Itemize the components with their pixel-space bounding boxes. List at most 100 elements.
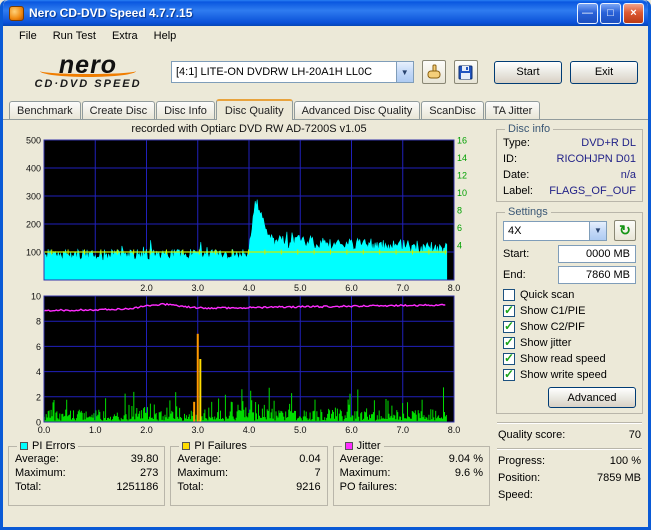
tab-create-disc[interactable]: Create Disc	[82, 101, 155, 119]
checkbox-quick-scan[interactable]: Quick scan	[503, 287, 636, 302]
jitter-legend: Jitter	[342, 440, 384, 452]
svg-text:400: 400	[26, 164, 41, 174]
separator	[497, 422, 642, 423]
pi-errors-swatch	[20, 442, 28, 450]
svg-text:100: 100	[26, 248, 41, 258]
content: recorded with Optiarc DVD RW AD-7200S v1…	[3, 120, 648, 527]
svg-text:16: 16	[457, 137, 467, 146]
stat-row: Total:1251186	[15, 480, 158, 494]
disc-info-row: ID:RICOHJPN D01	[503, 151, 636, 167]
pi-errors-label: PI Errors	[32, 440, 75, 452]
separator	[497, 448, 642, 449]
start-button[interactable]: Start	[494, 61, 562, 84]
stat-value: 7	[315, 466, 321, 480]
info-label: Label:	[503, 183, 533, 199]
svg-text:12: 12	[457, 171, 467, 181]
svg-text:5.0: 5.0	[294, 425, 307, 435]
tab-disc-quality[interactable]: Disc Quality	[216, 99, 293, 120]
advanced-button[interactable]: Advanced	[548, 387, 636, 408]
stat-row: Maximum:273	[15, 466, 158, 480]
checkbox-label: Show jitter	[520, 337, 571, 349]
tab-disc-info[interactable]: Disc Info	[156, 101, 215, 119]
svg-text:14: 14	[457, 153, 467, 163]
jitter-label: Jitter	[357, 440, 381, 452]
svg-text:4: 4	[457, 241, 462, 251]
progress-row: Progress: 100 %	[496, 453, 643, 470]
info-label: Type:	[503, 135, 530, 151]
progress-value: 100 %	[610, 453, 641, 470]
disc-info-row: Label:FLAGS_OF_OUF	[503, 183, 636, 199]
pi-errors-chart: 500400300200100161412108642.03.04.05.06.…	[12, 137, 482, 293]
svg-text:0.0: 0.0	[38, 425, 51, 435]
checkbox-icon	[503, 305, 515, 317]
eject-button[interactable]	[422, 60, 446, 84]
end-label: End:	[503, 269, 526, 281]
stat-label: Average:	[177, 452, 221, 466]
tab-ta-jitter[interactable]: TA Jitter	[485, 101, 541, 119]
pi-failures-legend: PI Failures	[179, 440, 250, 452]
speed-select-value: 4X	[504, 225, 589, 237]
checkbox-icon	[503, 337, 515, 349]
chevron-down-icon[interactable]: ▼	[589, 222, 606, 240]
close-button[interactable]: ×	[623, 3, 644, 24]
svg-text:6: 6	[457, 223, 462, 233]
refresh-button[interactable]: ↻	[614, 220, 636, 241]
chevron-down-icon[interactable]: ▼	[396, 62, 413, 82]
checkbox-label: Show write speed	[520, 369, 607, 381]
pi-failures-label: PI Failures	[194, 440, 247, 452]
end-input[interactable]: 7860 MB	[558, 266, 636, 284]
svg-text:8: 8	[457, 206, 462, 216]
save-button[interactable]	[454, 60, 478, 84]
menu-extra[interactable]: Extra	[104, 28, 146, 44]
quality-score-value: 70	[629, 427, 641, 444]
svg-text:6.0: 6.0	[345, 283, 358, 293]
side-panel: Disc info Type:DVD+R DL ID:RICOHJPN D01 …	[496, 123, 643, 527]
pi-errors-stats: PI Errors Average:39.80 Maximum:273 Tota…	[8, 440, 165, 506]
refresh-icon: ↻	[619, 222, 631, 239]
menu-help[interactable]: Help	[146, 28, 185, 44]
menu-run-test[interactable]: Run Test	[45, 28, 104, 44]
drive-select[interactable]: [4:1] LITE-ON DVDRW LH-20A1H LL0C ▼	[171, 61, 414, 83]
svg-text:10: 10	[31, 293, 41, 302]
checkbox-label: Show C2/PIF	[520, 321, 585, 333]
checkbox-show-c2-pif[interactable]: Show C2/PIF	[503, 319, 636, 334]
chart-panel: recorded with Optiarc DVD RW AD-7200S v1…	[8, 123, 490, 527]
stat-row: Maximum: 7	[177, 466, 320, 480]
svg-text:5.0: 5.0	[294, 283, 307, 293]
advanced-row: Advanced	[503, 387, 636, 408]
info-label: ID:	[503, 151, 517, 167]
speed-select[interactable]: 4X ▼	[503, 221, 607, 241]
pi-errors-legend: PI Errors	[17, 440, 78, 452]
checkbox-show-c1-pie[interactable]: Show C1/PIE	[503, 303, 636, 318]
tab-scandisc[interactable]: ScanDisc	[421, 101, 483, 119]
menu-file[interactable]: File	[11, 28, 45, 44]
checkbox-icon	[503, 369, 515, 381]
maximize-button[interactable]: □	[600, 3, 621, 24]
titlebar[interactable]: Nero CD-DVD Speed 4.7.7.15 — □ ×	[3, 0, 648, 26]
svg-text:8.0: 8.0	[448, 283, 461, 293]
checkbox-show-write-speed[interactable]: Show write speed	[503, 367, 636, 382]
stat-row: Maximum:9.6 %	[340, 466, 483, 480]
svg-text:500: 500	[26, 137, 41, 146]
svg-text:2.0: 2.0	[140, 283, 153, 293]
close-icon: ×	[624, 4, 643, 23]
minimize-button[interactable]: —	[577, 3, 598, 24]
stat-value: 9.6 %	[455, 466, 483, 480]
maximize-icon: □	[601, 4, 620, 23]
stat-row: Average:39.80	[15, 452, 158, 466]
checkbox-show-read-speed[interactable]: Show read speed	[503, 351, 636, 366]
tabstrip: Benchmark Create Disc Disc Info Disc Qua…	[3, 98, 648, 120]
svg-text:4: 4	[36, 367, 41, 377]
floppy-icon	[458, 65, 473, 80]
toolbar: nero CD·DVD SPEED [4:1] LITE-ON DVDRW LH…	[3, 46, 648, 98]
stat-label: Total:	[15, 480, 41, 494]
checkbox-show-jitter[interactable]: Show jitter	[503, 335, 636, 350]
stat-row: Total:9216	[177, 480, 320, 494]
start-input[interactable]: 0000 MB	[558, 245, 636, 263]
svg-text:7.0: 7.0	[396, 283, 409, 293]
svg-text:300: 300	[26, 192, 41, 202]
exit-button[interactable]: Exit	[570, 61, 638, 84]
tab-benchmark[interactable]: Benchmark	[9, 101, 81, 119]
stat-label: Maximum:	[177, 466, 228, 480]
tab-advanced-disc-quality[interactable]: Advanced Disc Quality	[294, 101, 421, 119]
